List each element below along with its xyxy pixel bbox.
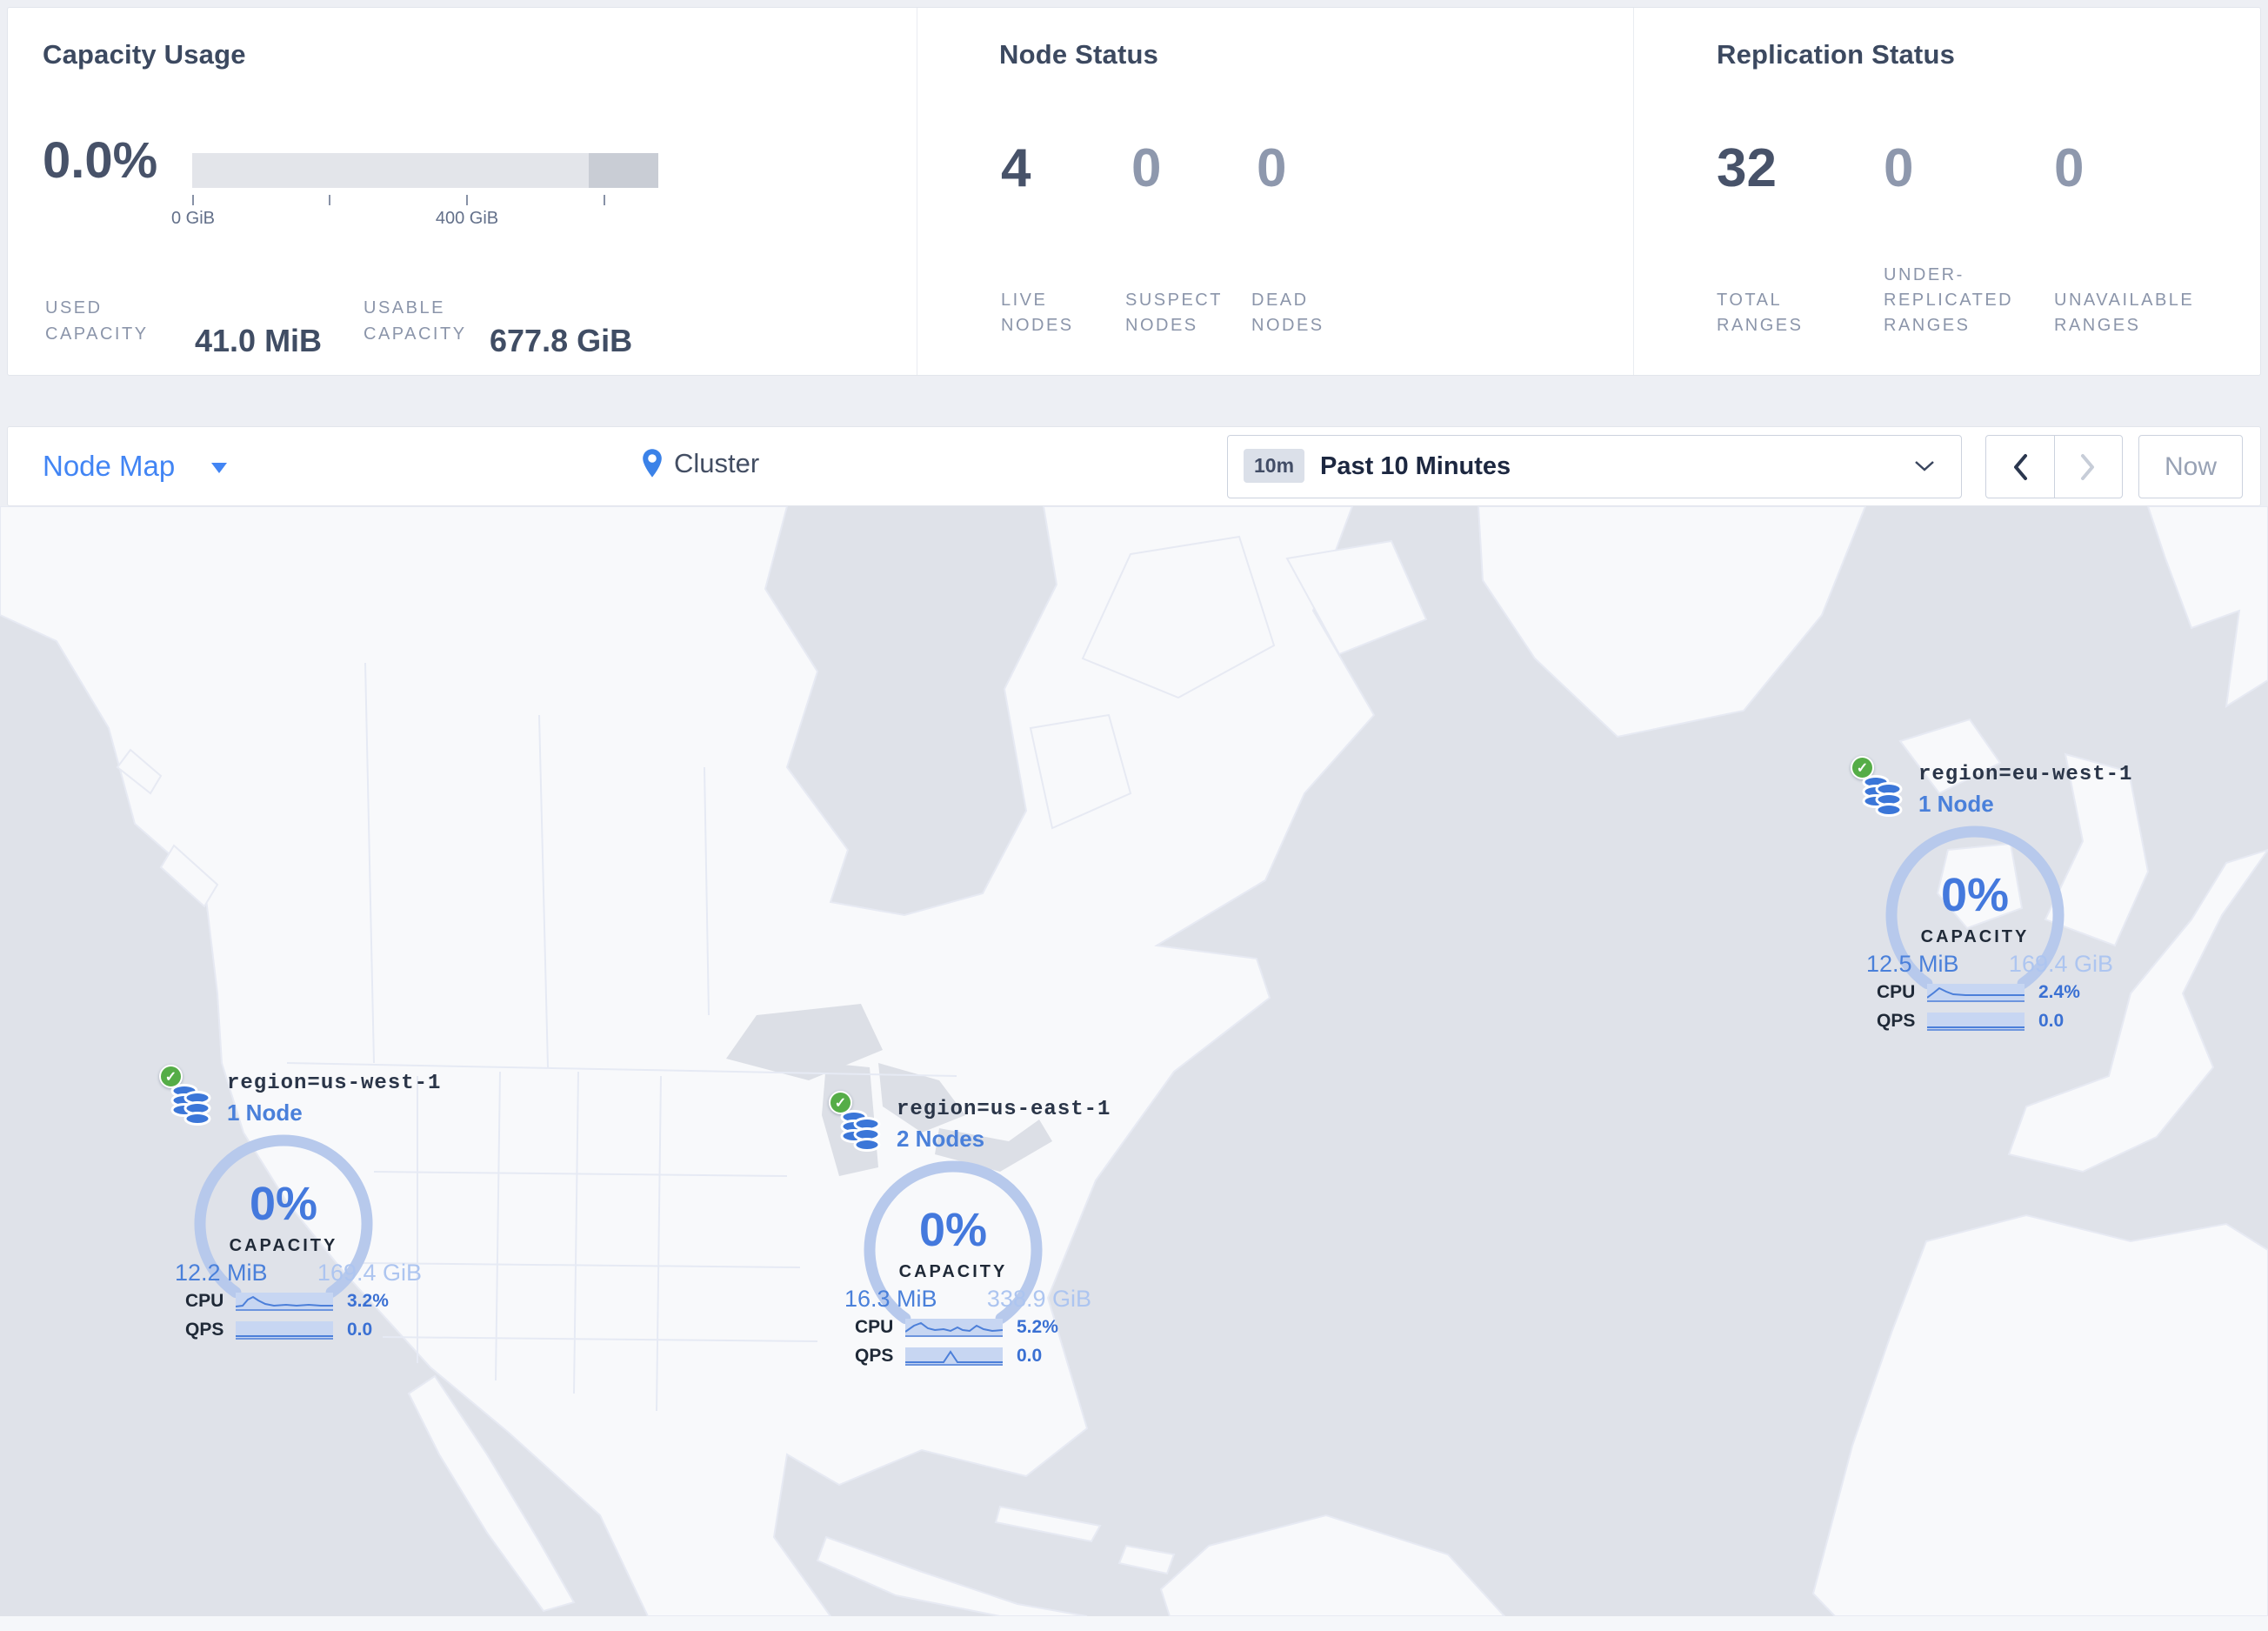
cpu-value: 3.2% [347, 1291, 389, 1311]
region-name: region=us-east-1 [897, 1098, 1111, 1121]
node-status-title: Node Status [999, 39, 1159, 70]
time-range-badge: 10m [1244, 449, 1305, 483]
dead-nodes-label: DEAD NODES [1251, 291, 1324, 335]
live-nodes-label: LIVE NODES [1001, 291, 1074, 335]
breadcrumb-label: Cluster [674, 448, 760, 478]
region-name: region=us-west-1 [227, 1072, 442, 1095]
database-stack-icon [1862, 775, 1903, 817]
capacity-gauge-percent: 0% [249, 1178, 318, 1230]
cpu-value: 5.2% [1017, 1317, 1058, 1337]
map-footer-strip [0, 1616, 2268, 1631]
unavailable-ranges-label: UNAVAILABLE RANGES [2054, 291, 2195, 335]
under-replicated-count: 0 [1884, 138, 1914, 198]
capacity-gauge-caption: CAPACITY [898, 1262, 1008, 1281]
view-selector-label: Node Map [43, 450, 176, 482]
capacity-percent: 0.0% [43, 132, 158, 189]
suspect-nodes-label: SUSPECT NODES [1125, 291, 1223, 335]
capacity-gauge-caption: CAPACITY [229, 1236, 338, 1255]
used-capacity-value: 41.0 MiB [195, 323, 323, 358]
cpu-sparkline [235, 1292, 333, 1311]
prev-time-button[interactable] [1986, 436, 2054, 498]
cpu-value: 2.4% [2038, 982, 2080, 1002]
capacity-gauge-percent: 0% [918, 1204, 988, 1256]
breadcrumb[interactable]: Cluster [639, 448, 759, 479]
total-ranges-label: TOTAL RANGES [1717, 291, 1804, 335]
time-range-label: Past 10 Minutes [1320, 452, 1511, 480]
caret-down-icon [211, 463, 228, 473]
used-capacity: 12.5 MiB [1866, 951, 1959, 977]
suspect-nodes-count: 0 [1131, 138, 1162, 198]
now-button[interactable]: Now [2138, 435, 2243, 498]
panel-divider [1633, 8, 1634, 375]
region-node-count[interactable]: 2 Nodes [897, 1126, 984, 1153]
region-node-count[interactable]: 1 Node [1918, 791, 1994, 818]
capacity-bar [192, 153, 658, 188]
cpu-sparkline [1926, 983, 2025, 1002]
under-replicated-label: UNDER- REPLICATED RANGES [1884, 265, 2014, 335]
usable-capacity-label: USABLE CAPACITY [364, 298, 467, 344]
cpu-label: CPU [185, 1291, 224, 1311]
live-nodes-count: 4 [1001, 138, 1031, 198]
used-capacity: 16.3 MiB [844, 1286, 937, 1312]
time-range-dropdown[interactable]: 10m Past 10 Minutes [1227, 435, 1962, 498]
dead-nodes-count: 0 [1257, 138, 1287, 198]
qps-label: QPS [1877, 1011, 1916, 1031]
database-stack-icon [170, 1084, 211, 1126]
time-pager [1985, 435, 2123, 498]
cpu-label: CPU [1877, 982, 1916, 1002]
map-toolbar: Node Map Cluster 10m Past 10 Minutes Now [7, 426, 2261, 506]
view-selector[interactable]: Node Map [43, 450, 228, 483]
qps-sparkline [1927, 1012, 2025, 1031]
qps-label: QPS [855, 1346, 894, 1366]
qps-value: 0.0 [347, 1320, 373, 1340]
usable-capacity-value: 677.8 GiB [490, 323, 633, 358]
axis-label-0gib: 0 GiB [170, 209, 216, 228]
map-pin-icon [643, 449, 662, 478]
unavailable-ranges-count: 0 [2054, 138, 2085, 198]
cpu-sparkline [904, 1318, 1004, 1337]
chevron-left-icon [2013, 453, 2027, 480]
region-marker-eu-west-1[interactable]: ✓ region=eu-west-1 1 Node 0% CAPACITY 12… [1844, 754, 2131, 1046]
next-time-button[interactable] [2053, 436, 2123, 498]
capacity-gauge-percent: 0% [1940, 869, 2010, 921]
capacity-gauge-caption: CAPACITY [1920, 927, 2030, 946]
qps-value: 0.0 [2038, 1011, 2065, 1031]
qps-sparkline [905, 1347, 1003, 1366]
database-stack-icon [840, 1110, 881, 1152]
qps-value: 0.0 [1017, 1346, 1043, 1366]
chevron-down-icon [1915, 461, 1934, 471]
replication-status-title: Replication Status [1717, 39, 1956, 70]
capacity-bar-other-segment [589, 153, 658, 188]
total-capacity: 169.4 GiB [2008, 951, 2113, 977]
total-capacity: 169.4 GiB [317, 1260, 422, 1286]
total-capacity: 338.9 GiB [986, 1286, 1091, 1312]
region-marker-us-east-1[interactable]: ✓ region=us-east-1 2 Nodes 0% CAPACITY 1… [822, 1089, 1110, 1380]
qps-sparkline [236, 1320, 333, 1340]
qps-label: QPS [185, 1320, 224, 1340]
region-node-count[interactable]: 1 Node [227, 1100, 303, 1126]
region-marker-us-west-1[interactable]: ✓ region=us-west-1 1 Node 0% CAPACITY 12… [152, 1063, 440, 1354]
node-map [0, 505, 2268, 1617]
cluster-summary-bar: Capacity Usage 0.0% 0 GiB 400 GiB USED C… [7, 7, 2261, 376]
chevron-right-icon [2081, 453, 2095, 480]
total-ranges-count: 32 [1717, 138, 1777, 198]
capacity-bar-axis: 0 GiB 400 GiB [171, 190, 658, 233]
world-map [0, 505, 2268, 1617]
capacity-usage-title: Capacity Usage [43, 39, 246, 70]
axis-label-400gib: 400 GiB [435, 209, 499, 228]
region-name: region=eu-west-1 [1918, 763, 2133, 786]
used-capacity: 12.2 MiB [175, 1260, 268, 1286]
cpu-label: CPU [855, 1317, 894, 1337]
used-capacity-label: USED CAPACITY [45, 298, 149, 344]
